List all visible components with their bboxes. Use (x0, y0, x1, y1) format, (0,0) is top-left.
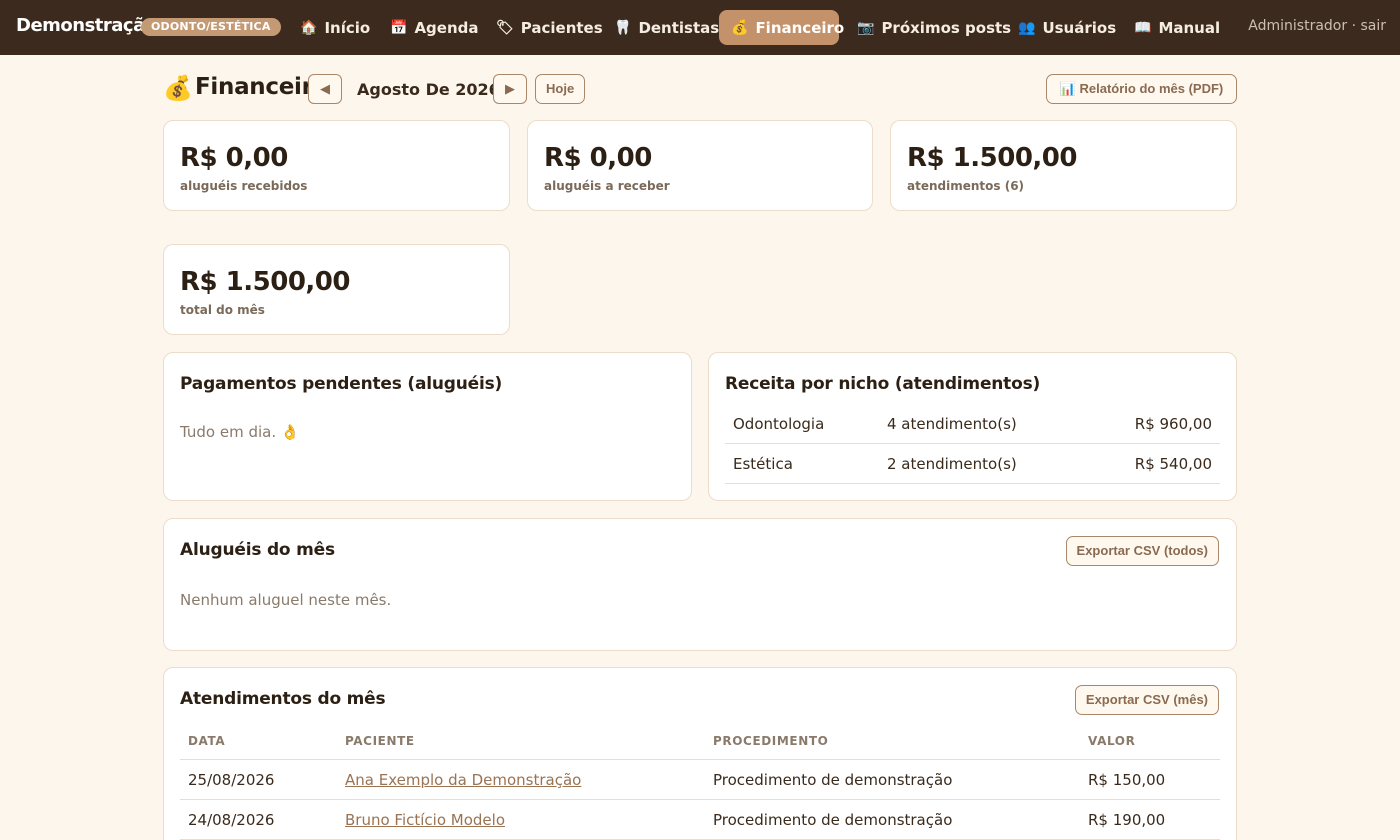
brand-badge: ODONTO/ESTÉTICA (141, 18, 281, 36)
nav-label: Agenda (414, 18, 479, 37)
pending-status-message: Tudo em dia. 👌 (180, 423, 300, 441)
tooth-icon: 🦷 (614, 19, 632, 36)
book-icon: 📖 (1134, 19, 1152, 36)
table-row: 24/08/2026 Bruno Fictício Modelo Procedi… (180, 800, 1220, 840)
home-icon: 🏠 (300, 19, 318, 36)
niche-amount: R$ 540,00 (1134, 455, 1212, 473)
nav-usuarios[interactable]: 👥 Usuários (1006, 10, 1128, 45)
nav-label: Pacientes (520, 18, 603, 37)
nav-agenda[interactable]: 📅 Agenda (378, 10, 491, 45)
stat-card-rents-pending: R$ 0,00 aluguéis a receber (527, 120, 873, 211)
prev-month-button[interactable]: ◀ (308, 74, 342, 104)
column-header-value: VALOR (1088, 734, 1136, 748)
calendar-icon: 📅 (390, 19, 408, 36)
brand-name[interactable]: Demonstração (16, 15, 157, 36)
stat-value: R$ 0,00 (544, 143, 652, 173)
top-navbar: Demonstração ODONTO/ESTÉTICA 🏠 Início 📅 … (0, 0, 1400, 55)
table-row: 25/08/2026 Ana Exemplo da Demonstração P… (180, 760, 1220, 800)
niche-count: 4 atendimento(s) (887, 415, 1017, 433)
nav-label: Dentistas (638, 18, 720, 37)
column-header-procedure: PROCEDIMENTO (713, 734, 829, 748)
stat-label: atendimentos (6) (907, 179, 1025, 193)
nav-manual[interactable]: 📖 Manual (1122, 10, 1232, 45)
appointment-date: 24/08/2026 (188, 811, 275, 829)
camera-icon: 📷 (857, 19, 875, 36)
column-header-date: DATA (188, 734, 226, 748)
revenue-by-niche-card: Receita por nicho (atendimentos) Odontol… (708, 352, 1237, 501)
rentals-empty-message: Nenhum aluguel neste mês. (180, 591, 392, 609)
monthly-report-pdf-button[interactable]: 📊 Relatório do mês (PDF) (1046, 74, 1237, 104)
card-title: Aluguéis do mês (180, 540, 335, 560)
current-month: Agosto De 2026 (357, 80, 500, 99)
niche-name: Odontologia (733, 415, 825, 433)
next-month-button[interactable]: ▶ (493, 74, 527, 104)
nav-dentistas[interactable]: 🦷 Dentistas (602, 10, 731, 45)
niche-name: Estética (733, 455, 793, 473)
niche-amount: R$ 960,00 (1134, 415, 1212, 433)
users-icon: 👥 (1018, 19, 1036, 36)
stat-label: aluguéis a receber (544, 179, 670, 193)
nav-label: Usuários (1042, 18, 1117, 37)
money-bag-icon: 💰 (163, 74, 193, 102)
card-title: Receita por nicho (atendimentos) (725, 374, 1041, 394)
money-bag-icon: 💰 (731, 19, 749, 36)
appointment-value: R$ 190,00 (1088, 811, 1166, 829)
nav-label: Próximos posts (881, 18, 1012, 37)
appointment-procedure: Procedimento de demonstração (713, 771, 953, 789)
appointment-value: R$ 150,00 (1088, 771, 1166, 789)
niche-count: 2 atendimento(s) (887, 455, 1017, 473)
nav-label: Manual (1158, 18, 1221, 37)
nav-inicio[interactable]: 🏠 Início (288, 10, 382, 45)
export-csv-month-button[interactable]: Exportar CSV (mês) (1074, 685, 1219, 715)
today-button[interactable]: Hoje (535, 74, 586, 104)
stat-label: aluguéis recebidos (180, 179, 308, 193)
stat-card-month-total: R$ 1.500,00 total do mês (163, 244, 510, 335)
nav-proximos-posts[interactable]: 📷 Próximos posts (845, 10, 1023, 45)
stat-value: R$ 0,00 (180, 143, 288, 173)
table-header: DATA PACIENTE PROCEDIMENTO VALOR (180, 726, 1220, 760)
table-row: Odontologia 4 atendimento(s) R$ 960,00 (725, 404, 1220, 444)
table-row: Estética 2 atendimento(s) R$ 540,00 (725, 444, 1220, 484)
stat-value: R$ 1.500,00 (180, 267, 350, 297)
stat-label: total do mês (180, 303, 265, 317)
patient-link[interactable]: Ana Exemplo da Demonstração (345, 771, 581, 789)
stat-value: R$ 1.500,00 (907, 143, 1077, 173)
nav-financeiro[interactable]: 💰 Financeiro (719, 10, 844, 45)
tag-icon: 🏷 (496, 19, 514, 36)
appointment-date: 25/08/2026 (188, 771, 275, 789)
nav-label: Financeiro (755, 18, 845, 37)
appointments-card: Atendimentos do mês Exportar CSV (mês) D… (163, 667, 1237, 840)
card-title: Atendimentos do mês (180, 689, 386, 709)
column-header-patient: PACIENTE (345, 734, 415, 748)
stat-card-rents-received: R$ 0,00 aluguéis recebidos (163, 120, 510, 211)
appointment-procedure: Procedimento de demonstração (713, 811, 953, 829)
user-logout-link[interactable]: Administrador · sair (1248, 18, 1386, 34)
nav-pacientes[interactable]: 🏷 Pacientes (484, 10, 615, 45)
pending-payments-card: Pagamentos pendentes (aluguéis) Tudo em … (163, 352, 692, 501)
stat-card-appointments: R$ 1.500,00 atendimentos (6) (890, 120, 1237, 211)
export-csv-all-button[interactable]: Exportar CSV (todos) (1065, 536, 1219, 566)
rentals-card: Aluguéis do mês Exportar CSV (todos) Nen… (163, 518, 1237, 651)
card-title: Pagamentos pendentes (aluguéis) (180, 374, 503, 394)
nav-label: Início (324, 18, 371, 37)
patient-link[interactable]: Bruno Fictício Modelo (345, 811, 505, 829)
